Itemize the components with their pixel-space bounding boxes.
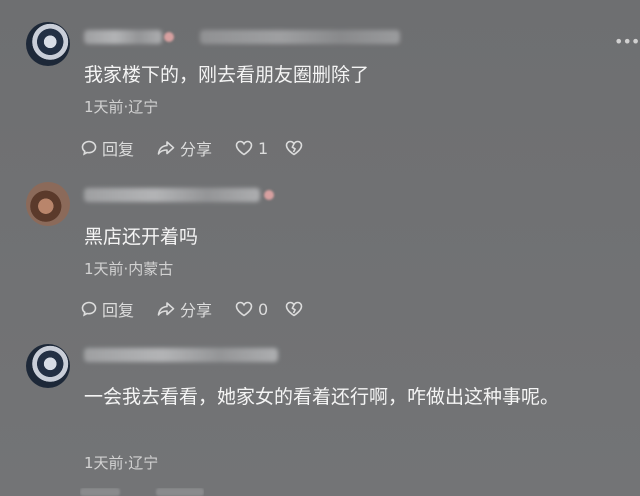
comment-meta: 1天前·辽宁 [84,454,159,472]
comment-actions: 回复 分享 0 [80,298,330,320]
avatar[interactable] [26,344,70,388]
share-button[interactable]: 分享 [156,297,212,321]
comment-text: 一会我去看看，她家女的看着还行啊，咋做出这种事呢。 [84,386,560,408]
avatar[interactable] [26,22,70,66]
comment-text: 黑店还开着吗 [84,226,199,248]
comment-meta: 1天前·内蒙古 [84,260,174,278]
share-label: 分享 [180,140,213,159]
comment-text: 我家楼下的，刚去看朋友圈删除了 [84,64,370,86]
comment-meta: 1天前·辽宁 [84,98,159,116]
share-button[interactable]: 分享 [156,136,212,160]
share-arrow-icon [157,141,175,155]
like-button[interactable]: 1 [234,139,268,158]
comment-bubble-icon [81,301,97,317]
share-label: 分享 [180,301,213,320]
reply-button[interactable]: 回复 [80,297,134,321]
broken-heart-icon [285,140,303,156]
username-blurred[interactable] [84,348,278,362]
like-button[interactable]: 0 [234,300,268,319]
broken-heart-icon [285,301,303,317]
like-count: 1 [258,138,269,158]
reply-label: 回复 [102,301,135,320]
more-dots-icon[interactable]: ••• [614,34,640,50]
dislike-button[interactable] [284,139,308,157]
username-blurred[interactable] [84,188,260,202]
user-tag-blurred [200,30,400,44]
dislike-button[interactable] [284,300,308,318]
heart-icon [235,140,253,156]
comment-bubble-icon [81,140,97,156]
share-arrow-icon [157,302,175,316]
comment-list: ••• 我家楼下的，刚去看朋友圈删除了 1天前·辽宁 回复 分享 1 黑店还开着… [0,0,640,496]
reply-label: 回复 [102,140,135,159]
reply-button[interactable]: 回复 [80,136,134,160]
avatar[interactable] [26,182,70,226]
heart-icon [235,301,253,317]
like-count: 0 [258,299,269,319]
username-blurred[interactable] [84,30,162,44]
comment-actions-cutoff [80,488,204,496]
badge-icon [264,190,274,200]
comment-actions: 回复 分享 1 [80,137,330,159]
badge-icon [164,32,174,42]
